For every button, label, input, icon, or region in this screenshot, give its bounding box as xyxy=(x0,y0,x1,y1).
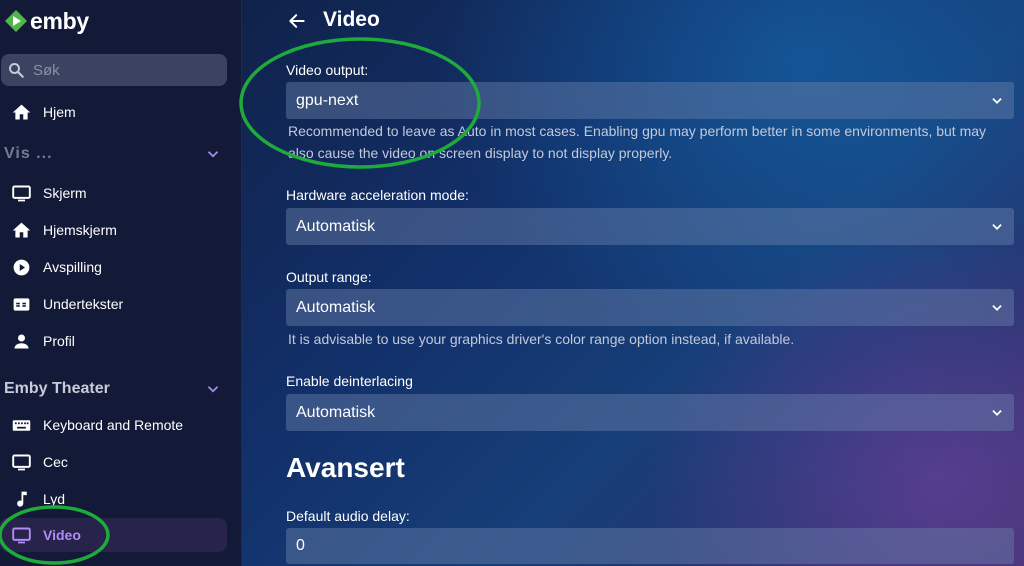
sidebar-item-label: Undertekster xyxy=(43,296,124,312)
sidebar-item-profil[interactable]: Profil xyxy=(0,324,227,358)
select-value: Automatisk xyxy=(296,217,376,235)
person-icon xyxy=(14,334,29,348)
audio-delay-input[interactable] xyxy=(294,536,998,556)
sidebar-item-cec[interactable]: Cec xyxy=(0,445,227,479)
sidebar-item-skjerm[interactable]: Skjerm xyxy=(0,176,227,210)
play-circle-icon xyxy=(13,259,30,275)
output-range-select[interactable]: Automatisk xyxy=(286,289,1014,326)
deinterlacing-select[interactable]: Automatisk xyxy=(286,394,1014,431)
sidebar-item-label: Profil xyxy=(43,333,75,349)
sidebar-item-lyd[interactable]: Lyd xyxy=(0,482,227,516)
section-header-label: Emby Theater xyxy=(4,380,110,397)
app-window: emby Hjem Vis ... Skj xyxy=(0,0,1024,566)
arrow-left-icon xyxy=(289,14,305,28)
deinterlacing-label: Enable deinterlacing xyxy=(286,373,413,389)
sidebar-item-keyboard-and-remote[interactable]: Keyboard and Remote xyxy=(0,408,227,442)
chevron-down-icon xyxy=(992,304,1002,311)
emby-logo-icon xyxy=(5,10,27,32)
video-output-help: Recommended to leave as Auto in most cas… xyxy=(288,123,987,161)
monitor-icon xyxy=(12,454,31,470)
keyboard-icon xyxy=(12,419,31,431)
sidebar-item-label: Keyboard and Remote xyxy=(43,417,184,433)
hardware-acceleration-label: Hardware acceleration mode: xyxy=(286,187,469,203)
main-content: Video Video output: gpu-next Recommended… xyxy=(242,0,1024,566)
audio-delay-label: Default audio delay: xyxy=(286,508,410,524)
logo-text: emby xyxy=(30,7,89,34)
video-output-select[interactable]: gpu-next xyxy=(286,82,1014,119)
sidebar-item-label: Hjemskjerm xyxy=(43,222,117,238)
home-icon xyxy=(12,104,31,119)
chevron-down-icon xyxy=(992,409,1002,416)
sidebar-item-hjemskjerm[interactable]: Hjemskjerm xyxy=(0,213,227,247)
chevron-down-icon xyxy=(992,97,1002,104)
section-header-display[interactable]: Vis ... xyxy=(4,142,226,166)
sidebar-item-label: Lyd xyxy=(43,491,66,507)
search-box[interactable] xyxy=(1,54,227,86)
output-range-help: It is advisable to use your graphics dri… xyxy=(288,331,795,347)
chevron-down-icon xyxy=(207,386,219,393)
sidebar-item-undertekster[interactable]: Undertekster xyxy=(0,287,227,321)
monitor-icon xyxy=(12,185,31,201)
select-value: Automatisk xyxy=(296,403,376,421)
home-icon xyxy=(12,222,31,237)
search-icon xyxy=(9,63,24,78)
page-title: Video xyxy=(323,8,380,31)
sidebar-item-label: Cec xyxy=(43,454,68,470)
hardware-acceleration-select[interactable]: Automatisk xyxy=(286,208,1014,245)
video-output-label: Video output: xyxy=(286,62,369,78)
sidebar-item-video[interactable]: Video xyxy=(0,518,227,552)
search-input[interactable] xyxy=(31,60,215,80)
sidebar-item-home[interactable]: Hjem xyxy=(0,95,227,129)
output-range-label: Output range: xyxy=(286,269,372,285)
sidebar-item-avspilling[interactable]: Avspilling xyxy=(0,250,227,284)
select-value: Automatisk xyxy=(296,298,376,316)
sidebar-item-label: Avspilling xyxy=(43,259,102,275)
sidebar-item-label: Skjerm xyxy=(43,185,87,201)
sidebar-item-label: Hjem xyxy=(43,104,76,120)
sidebar: emby Hjem Vis ... Skj xyxy=(0,0,242,566)
closed-caption-icon xyxy=(13,297,30,311)
chevron-down-icon xyxy=(992,223,1002,230)
back-button[interactable] xyxy=(286,10,308,32)
advanced-section-title: Avansert xyxy=(286,452,405,483)
music-note-icon xyxy=(17,491,27,507)
audio-delay-field[interactable] xyxy=(286,528,1014,564)
section-header-label: Vis ... xyxy=(4,145,53,162)
sidebar-item-label: Video xyxy=(43,527,81,543)
monitor-icon xyxy=(12,527,31,543)
chevron-down-icon xyxy=(207,151,219,158)
select-value: gpu-next xyxy=(296,91,359,109)
emby-logo[interactable]: emby xyxy=(4,7,89,35)
section-header-emby-theater[interactable]: Emby Theater xyxy=(4,377,226,401)
